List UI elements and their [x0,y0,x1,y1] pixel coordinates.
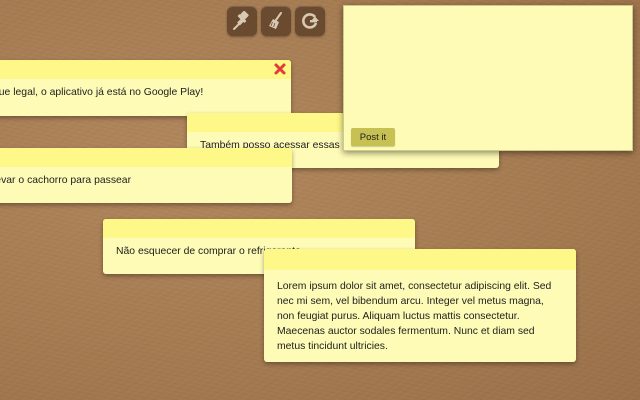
new-note-editor: Post it [343,5,633,151]
close-icon[interactable] [273,62,287,76]
logout-button[interactable] [295,6,325,36]
note-header[interactable] [103,219,415,238]
sticky-note[interactable]: Lorem ipsum dolor sit amet, consectetur … [264,249,576,362]
sticky-note[interactable]: levar o cachorro para passear [0,148,292,203]
pin-icon [232,11,252,31]
note-text: levar o cachorro para passear [0,175,132,186]
post-it-button[interactable]: Post it [351,128,395,146]
refresh-icon [300,11,320,31]
note-header[interactable] [264,249,576,270]
broom-icon [266,11,286,31]
note-header[interactable] [0,60,291,79]
pin-button[interactable] [227,6,257,36]
clear-button[interactable] [261,6,291,36]
toolbar [227,6,325,36]
sticky-note[interactable]: que legal, o aplicativo já está no Googl… [0,60,291,116]
note-header[interactable] [0,148,292,167]
note-text: que legal, o aplicativo já está no Googl… [0,87,204,98]
new-note-input[interactable] [344,6,632,124]
note-text: Lorem ipsum dolor sit amet, consectetur … [277,281,552,352]
